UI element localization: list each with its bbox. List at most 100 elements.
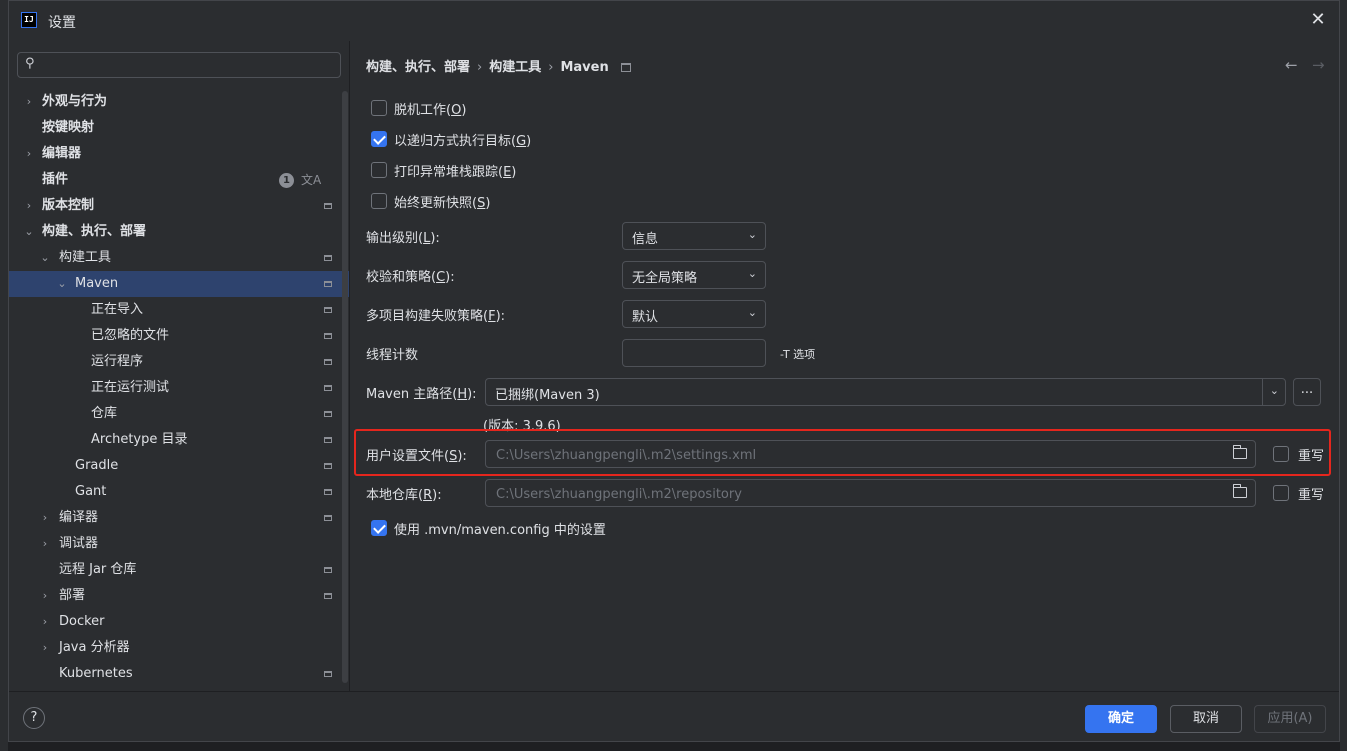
thread-count-label: 线程计数 bbox=[366, 348, 419, 363]
chevron-down-icon: ⌄ bbox=[747, 267, 757, 280]
project-level-icon bbox=[324, 307, 332, 313]
sidebar-scrollbar[interactable] bbox=[342, 91, 348, 683]
combobox-arrow-area[interactable]: ⌄ bbox=[1262, 379, 1285, 405]
project-level-icon bbox=[324, 385, 332, 391]
panel-divider[interactable] bbox=[349, 41, 350, 691]
breadcrumb-build-tools[interactable]: 构建工具 bbox=[489, 60, 541, 75]
thread-count-input[interactable] bbox=[631, 344, 761, 364]
maven-home-combobox[interactable]: 已捆绑(Maven 3) ⌄ bbox=[485, 378, 1286, 406]
thread-count-field[interactable] bbox=[622, 339, 766, 367]
folder-icon[interactable] bbox=[1233, 484, 1247, 498]
background-window-left bbox=[0, 0, 8, 751]
checksum-policy-label: 校验和策略(C): bbox=[366, 270, 455, 285]
maven-home-label: Maven 主路径(H): bbox=[366, 387, 477, 402]
back-arrow-icon[interactable]: ← bbox=[1285, 56, 1298, 74]
sidebar-item-label: 调试器 bbox=[59, 536, 99, 551]
apply-button[interactable]: 应用(A) bbox=[1254, 705, 1326, 733]
use-mvn-config-checkbox[interactable] bbox=[371, 520, 387, 536]
cancel-button[interactable]: 取消 bbox=[1170, 705, 1242, 733]
project-level-icon bbox=[324, 411, 332, 417]
footer-divider bbox=[9, 691, 1339, 692]
intellij-app-icon: IJ bbox=[21, 12, 37, 28]
chevron-down-icon: ⌄ bbox=[40, 251, 50, 264]
sidebar-item-importing[interactable]: 正在导入 bbox=[9, 297, 349, 323]
window-title: 设置 bbox=[48, 15, 76, 31]
stacktrace-label: 打印异常堆栈跟踪(E) bbox=[394, 165, 517, 180]
search-input[interactable] bbox=[44, 55, 338, 77]
local-repository-field[interactable] bbox=[485, 479, 1256, 507]
sidebar-item-label: 版本控制 bbox=[42, 198, 95, 213]
ok-button[interactable]: 确定 bbox=[1085, 705, 1157, 733]
sidebar-item-label: 插件 bbox=[42, 172, 69, 187]
sidebar-item-debugger[interactable]: › 调试器 bbox=[9, 531, 349, 557]
sidebar-item-label: 正在导入 bbox=[91, 302, 144, 317]
output-level-dropdown[interactable]: 信息 ⌄ bbox=[622, 222, 766, 250]
update-snapshots-checkbox[interactable] bbox=[371, 193, 387, 209]
dropdown-value: 信息 bbox=[632, 232, 659, 247]
chevron-down-icon: ⌄ bbox=[747, 306, 757, 319]
browse-maven-home-button[interactable]: ... bbox=[1293, 378, 1321, 406]
chevron-down-icon: ⌄ bbox=[24, 225, 34, 238]
sidebar-item-plugins[interactable]: 插件 1 文A bbox=[9, 167, 349, 193]
sidebar-item-gant[interactable]: Gant bbox=[9, 479, 349, 505]
override-local-repository-checkbox[interactable] bbox=[1273, 485, 1289, 501]
sidebar-item-label: 部署 bbox=[59, 588, 86, 603]
dropdown-value: 无全局策略 bbox=[632, 271, 698, 286]
fail-policy-dropdown[interactable]: 默认 ⌄ bbox=[622, 300, 766, 328]
sidebar-item-appearance[interactable]: › 外观与行为 bbox=[9, 89, 349, 115]
project-level-icon bbox=[324, 203, 332, 209]
close-icon[interactable]: ✕ bbox=[1309, 11, 1327, 29]
sidebar-item-gradle[interactable]: Gradle bbox=[9, 453, 349, 479]
stacktrace-checkbox[interactable] bbox=[371, 162, 387, 178]
project-level-icon bbox=[324, 437, 332, 443]
project-level-icon bbox=[324, 593, 332, 599]
settings-search[interactable]: ⚲ bbox=[17, 52, 341, 78]
sidebar-item-maven[interactable]: ⌄ Maven bbox=[9, 271, 349, 297]
project-level-icon bbox=[324, 671, 332, 677]
sidebar-item-build-execution-deployment[interactable]: ⌄ 构建、执行、部署 bbox=[9, 219, 349, 245]
offline-checkbox[interactable] bbox=[371, 100, 387, 116]
sidebar-item-runner[interactable]: 运行程序 bbox=[9, 349, 349, 375]
sidebar-item-kubernetes[interactable]: Kubernetes bbox=[9, 661, 349, 687]
chevron-right-icon: › bbox=[26, 147, 32, 160]
sidebar-item-java-profiler[interactable]: › Java 分析器 bbox=[9, 635, 349, 661]
sidebar-item-label: Kubernetes bbox=[59, 666, 133, 681]
update-snapshots-label: 始终更新快照(S) bbox=[394, 196, 491, 211]
sidebar-item-build-tools[interactable]: ⌄ 构建工具 bbox=[9, 245, 349, 271]
project-level-icon bbox=[324, 333, 332, 339]
sidebar-item-editor[interactable]: › 编辑器 bbox=[9, 141, 349, 167]
project-level-icon bbox=[324, 359, 332, 365]
offline-label: 脱机工作(O) bbox=[394, 103, 467, 118]
chevron-right-icon: › bbox=[26, 199, 32, 212]
sidebar-item-keymap[interactable]: 按键映射 bbox=[9, 115, 349, 141]
chevron-down-icon: ⌄ bbox=[57, 277, 67, 290]
help-button[interactable]: ? bbox=[23, 707, 45, 729]
breadcrumb-separator: › bbox=[477, 60, 483, 75]
sidebar-item-ignored-files[interactable]: 已忽略的文件 bbox=[9, 323, 349, 349]
project-level-icon bbox=[324, 281, 332, 287]
sidebar-item-compiler[interactable]: › 编译器 bbox=[9, 505, 349, 531]
sidebar-item-archetype-catalogs[interactable]: Archetype 目录 bbox=[9, 427, 349, 453]
sidebar-item-label: Archetype 目录 bbox=[91, 432, 188, 447]
sidebar-item-deployment[interactable]: › 部署 bbox=[9, 583, 349, 609]
sidebar-item-label: 运行程序 bbox=[91, 354, 144, 369]
recursive-checkbox[interactable] bbox=[371, 131, 387, 147]
sidebar-item-remote-jar-repos[interactable]: 远程 Jar 仓库 bbox=[9, 557, 349, 583]
highlight-annotation-box bbox=[354, 429, 1331, 476]
sidebar-item-label: 按键映射 bbox=[42, 120, 95, 135]
project-level-icon bbox=[324, 515, 332, 521]
sidebar-item-label: Java 分析器 bbox=[59, 640, 130, 655]
chevron-right-icon: › bbox=[42, 641, 48, 654]
fail-policy-label: 多项目构建失败策略(F): bbox=[366, 309, 506, 324]
sidebar-item-vcs[interactable]: › 版本控制 bbox=[9, 193, 349, 219]
checksum-policy-dropdown[interactable]: 无全局策略 ⌄ bbox=[622, 261, 766, 289]
use-mvn-config-label: 使用 .mvn/maven.config 中的设置 bbox=[394, 523, 606, 538]
breadcrumb-build-execution-deployment[interactable]: 构建、执行、部署 bbox=[366, 60, 470, 75]
chevron-right-icon: › bbox=[42, 537, 48, 550]
sidebar-item-running-tests[interactable]: 正在运行测试 bbox=[9, 375, 349, 401]
sidebar-item-repositories[interactable]: 仓库 bbox=[9, 401, 349, 427]
sidebar-item-docker[interactable]: › Docker bbox=[9, 609, 349, 635]
sidebar-item-label: Maven bbox=[75, 276, 119, 291]
settings-dialog: IJ 设置 ✕ ⚲ › 外观与行为 按键映射 › 编辑器 插件 1 文A › 版… bbox=[8, 0, 1340, 742]
local-repository-input[interactable] bbox=[494, 484, 1218, 504]
